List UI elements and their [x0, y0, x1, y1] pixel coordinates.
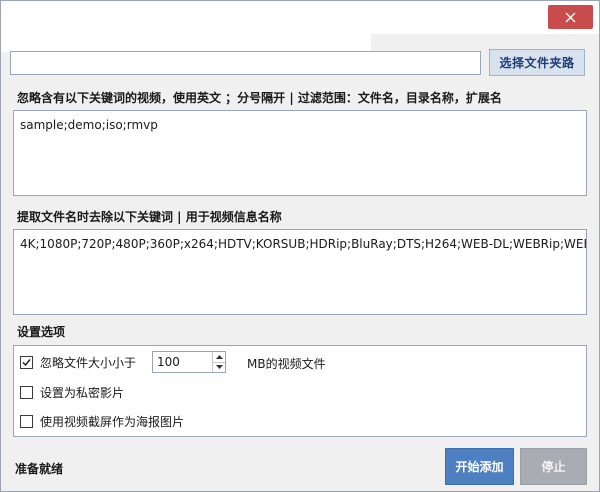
size-threshold-stepper[interactable]: 100 — [152, 351, 226, 373]
ignore-keywords-textarea[interactable]: sample;demo;iso;rmvp — [13, 110, 587, 196]
size-unit-label: MB的视频文件 — [247, 357, 326, 371]
settings-label: 设置选项 — [17, 325, 66, 339]
private-checkbox[interactable] — [20, 386, 33, 399]
strip-keywords-textarea[interactable]: 4K;1080P;720P;480P;360P;x264;HDTV;KORSUB… — [13, 229, 587, 315]
checkmark-icon — [22, 359, 31, 367]
poster-option[interactable]: 使用视频截屏作为海报图片 — [20, 413, 184, 430]
dialog-window: 选择文件夹路 忽略含有以下关键词的视频，使用英文 ；分号隔开 | 过滤范围：文件… — [0, 0, 600, 492]
stepper-buttons — [212, 352, 225, 372]
ignore-small-checkbox[interactable] — [20, 356, 33, 369]
private-option[interactable]: 设置为私密影片 — [20, 384, 124, 401]
browse-folder-button[interactable]: 选择文件夹路 — [489, 49, 585, 76]
close-icon — [565, 12, 576, 22]
stop-button[interactable]: 停止 — [520, 448, 587, 485]
settings-panel: 忽略文件大小小于 100 MB的视频文件 设置为私密影片 使用视频截屏作为海报图… — [13, 345, 587, 437]
ignore-small-label: 忽略文件大小小于 — [40, 356, 137, 370]
stepper-down-button[interactable] — [213, 361, 225, 373]
poster-label: 使用视频截屏作为海报图片 — [40, 415, 185, 429]
poster-checkbox[interactable] — [20, 415, 33, 428]
size-threshold-value[interactable]: 100 — [153, 355, 212, 369]
status-text: 准备就绪 — [15, 462, 64, 476]
private-label: 设置为私密影片 — [40, 386, 125, 400]
chevron-down-icon — [215, 365, 223, 370]
strip-keywords-label: 提取文件名时去除以下关键词 | 用于视频信息名称 — [17, 210, 282, 224]
folder-path-input[interactable] — [10, 51, 481, 75]
ignore-small-option[interactable]: 忽略文件大小小于 — [20, 354, 136, 371]
ignore-keywords-label: 忽略含有以下关键词的视频，使用英文 ；分号隔开 | 过滤范围：文件名，目录名称，… — [17, 91, 502, 105]
close-button[interactable] — [548, 5, 593, 29]
stepper-up-button[interactable] — [213, 352, 225, 362]
path-area-cover — [1, 34, 371, 52]
chevron-up-icon — [215, 354, 223, 359]
start-add-button[interactable]: 开始添加 — [445, 448, 514, 485]
title-bar — [1, 1, 599, 34]
